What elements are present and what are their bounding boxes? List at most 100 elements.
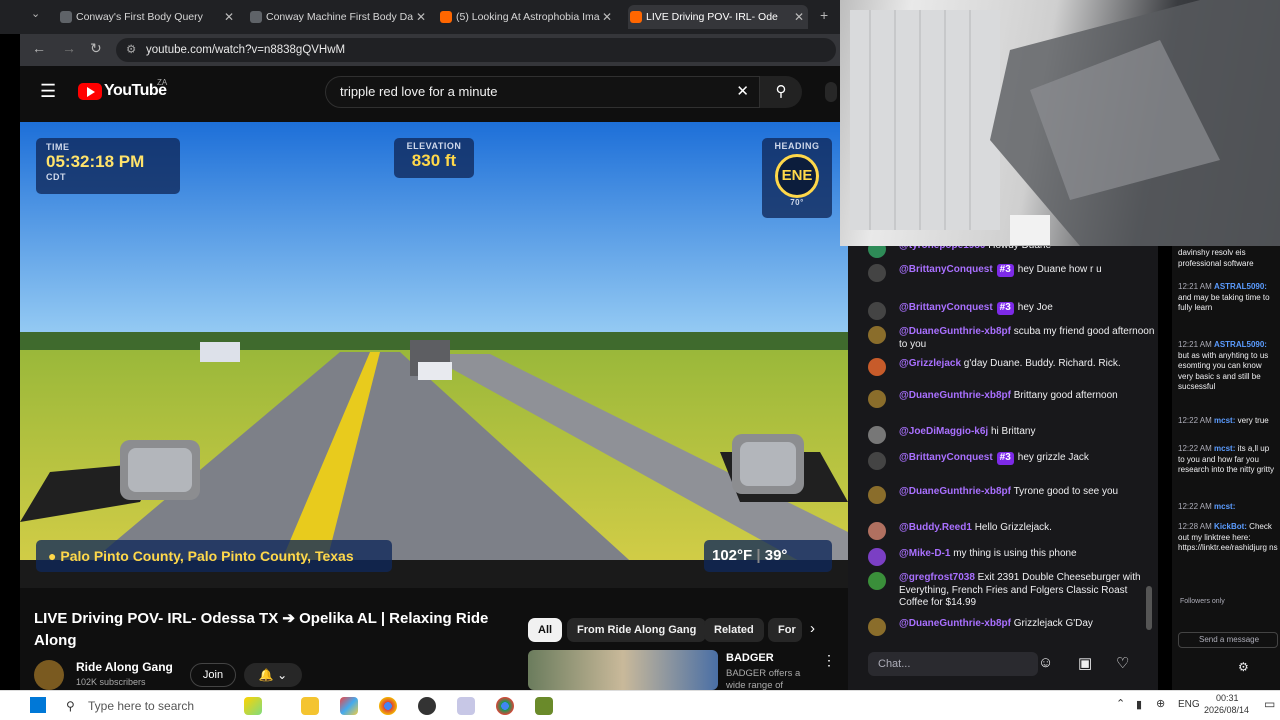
- chat-message-body: @gregfrost7038 Exit 2391 Double Cheesebu…: [899, 572, 1156, 610]
- message-username[interactable]: ASTRAL5090:: [1214, 282, 1267, 291]
- chrome-profile-icon[interactable]: [496, 697, 514, 715]
- chat-username[interactable]: @Buddy.Reed1: [899, 522, 972, 533]
- search-input[interactable]: tripple red love for a minute ✕: [325, 76, 760, 108]
- chrome-icon[interactable]: [379, 697, 397, 715]
- message-username[interactable]: mcst:: [1214, 502, 1235, 511]
- avatar[interactable]: [868, 246, 886, 258]
- app-icon-green[interactable]: [535, 697, 553, 715]
- chat-username[interactable]: @BrittanyConquest: [899, 302, 993, 313]
- video-player[interactable]: TIME 05:32:18 PM CDT ELEVATION 830 ft HE…: [20, 122, 848, 588]
- avatar[interactable]: [868, 302, 886, 320]
- message-username[interactable]: mcst:: [1214, 416, 1235, 425]
- chips-next-icon[interactable]: ›: [810, 620, 815, 637]
- chat-text: hi Brittany: [991, 426, 1036, 437]
- chat-username[interactable]: @BrittanyConquest: [899, 452, 993, 463]
- tab-title: (5) Looking At Astrophobia Ima: [456, 11, 600, 23]
- browser-tab-3[interactable]: (5) Looking At Astrophobia Ima ✕: [438, 5, 616, 29]
- message-username[interactable]: ASTRAL5090:: [1214, 340, 1267, 349]
- browser-tab-1[interactable]: Conway's First Body Query ✕: [58, 5, 238, 29]
- message-text: very true: [1237, 416, 1269, 425]
- message-username[interactable]: KickBot:: [1214, 522, 1247, 531]
- tab-list-chevron-icon[interactable]: ⌄: [31, 7, 40, 20]
- chat-scrollbar[interactable]: [1146, 586, 1152, 630]
- avatar[interactable]: [868, 452, 886, 470]
- subscriber-count: 102K subscribers: [76, 677, 146, 687]
- site-info-icon[interactable]: ⚙: [126, 38, 136, 62]
- avatar[interactable]: [868, 358, 886, 376]
- menu-icon[interactable]: ☰: [40, 81, 56, 102]
- subscribe-button[interactable]: 🔔 ⌄: [244, 663, 302, 687]
- chat-settings-icon[interactable]: ⚙: [1238, 660, 1249, 674]
- search-icon: ⚲: [66, 699, 75, 713]
- close-tab-icon[interactable]: ✕: [794, 5, 804, 29]
- chip-for-you[interactable]: For: [768, 618, 802, 642]
- recommended-thumbnail[interactable]: [528, 650, 718, 690]
- join-button[interactable]: Join: [190, 663, 236, 687]
- chat-input[interactable]: Chat...: [868, 652, 1038, 676]
- back-icon[interactable]: ←: [32, 40, 46, 56]
- chat-username[interactable]: @tyronepope1980: [899, 246, 985, 251]
- close-tab-icon[interactable]: ✕: [602, 5, 612, 29]
- recommended-title[interactable]: BADGER: [726, 652, 774, 664]
- avatar[interactable]: [868, 426, 886, 444]
- chat-message: @Grizzlejack g'day Duane. Buddy. Richard…: [868, 358, 1156, 376]
- more-options-icon[interactable]: ⋮: [822, 652, 836, 669]
- chat-username[interactable]: @Grizzlejack: [899, 358, 961, 369]
- close-tab-icon[interactable]: ✕: [416, 5, 426, 29]
- chat-username[interactable]: @DuaneGunthrie-xb8pf: [899, 326, 1011, 337]
- reload-icon[interactable]: ↻: [90, 40, 102, 57]
- avatar[interactable]: [868, 390, 886, 408]
- chat-username[interactable]: @Mike-D-1: [899, 548, 950, 559]
- language-indicator[interactable]: ENG: [1178, 699, 1200, 710]
- channel-name[interactable]: Ride Along Gang: [76, 660, 173, 674]
- avatar[interactable]: [868, 264, 886, 282]
- tab-title: LIVE Driving POV- IRL- Ode: [646, 11, 778, 23]
- app-icon-light[interactable]: [457, 697, 475, 715]
- chat-username[interactable]: @gregfrost7038: [899, 572, 975, 583]
- emoji-icon[interactable]: ☺: [1038, 654, 1053, 671]
- copilot-icon[interactable]: [244, 697, 262, 715]
- chat-username[interactable]: @DuaneGunthrie-xb8pf: [899, 390, 1011, 401]
- chip-related[interactable]: Related: [704, 618, 764, 642]
- chip-all[interactable]: All: [528, 618, 563, 642]
- chip-from-channel[interactable]: From Ride Along Gang: [567, 618, 707, 642]
- avatar[interactable]: [868, 548, 886, 566]
- clear-search-icon[interactable]: ✕: [736, 77, 749, 107]
- browser-tab-2[interactable]: Conway Machine First Body Da ✕: [248, 5, 430, 29]
- message-username[interactable]: mcst:: [1214, 444, 1235, 453]
- chat-username[interactable]: @DuaneGunthrie-xb8pf: [899, 618, 1011, 629]
- clock-time[interactable]: 00:31: [1216, 693, 1239, 703]
- avatar[interactable]: [868, 572, 886, 590]
- browser-tab-4-active[interactable]: LIVE Driving POV- IRL- Ode ✕: [628, 5, 808, 29]
- new-tab-icon[interactable]: +: [820, 7, 828, 23]
- file-explorer-icon[interactable]: [301, 697, 319, 715]
- avatar[interactable]: [868, 618, 886, 636]
- network-icon[interactable]: ⊕: [1156, 697, 1165, 710]
- tray-chevron-icon[interactable]: ⌃: [1116, 697, 1125, 710]
- chat-username[interactable]: @JoeDiMaggio-k6j: [899, 426, 988, 437]
- app-icon-dark[interactable]: [418, 697, 436, 715]
- chat-username[interactable]: @DuaneGunthrie-xb8pf: [899, 486, 1011, 497]
- clock-date[interactable]: 2026/08/14: [1204, 705, 1249, 715]
- chat-message-body: @BrittanyConquest #3 hey Duane how r u: [899, 264, 1156, 277]
- microphone-icon[interactable]: [825, 82, 837, 102]
- close-tab-icon[interactable]: ✕: [224, 5, 234, 29]
- send-message-input[interactable]: Send a message: [1178, 632, 1278, 648]
- heading-value: ENE: [781, 167, 813, 184]
- avatar[interactable]: [868, 326, 886, 344]
- channel-avatar[interactable]: [34, 660, 64, 690]
- avatar[interactable]: [868, 486, 886, 504]
- browser-toolbar: ← → ↻ ⚙ youtube.com/watch?v=n8838gQVHwM: [20, 34, 840, 66]
- notification-icon[interactable]: ▭: [1264, 697, 1275, 711]
- chat-message: @BrittanyConquest #3 hey Duane how r u: [868, 264, 1156, 282]
- app-icon-colorful[interactable]: [340, 697, 358, 715]
- heart-icon[interactable]: ♡: [1116, 654, 1129, 672]
- gift-icon[interactable]: ▣: [1078, 654, 1092, 672]
- search-button[interactable]: ⚲: [760, 76, 802, 108]
- windows-start-icon[interactable]: [30, 697, 46, 713]
- address-bar[interactable]: ⚙ youtube.com/watch?v=n8838gQVHwM: [116, 38, 836, 62]
- battery-icon[interactable]: ▮: [1136, 698, 1142, 711]
- avatar[interactable]: [868, 522, 886, 540]
- forward-icon[interactable]: →: [62, 40, 76, 56]
- chat-username[interactable]: @BrittanyConquest: [899, 264, 993, 275]
